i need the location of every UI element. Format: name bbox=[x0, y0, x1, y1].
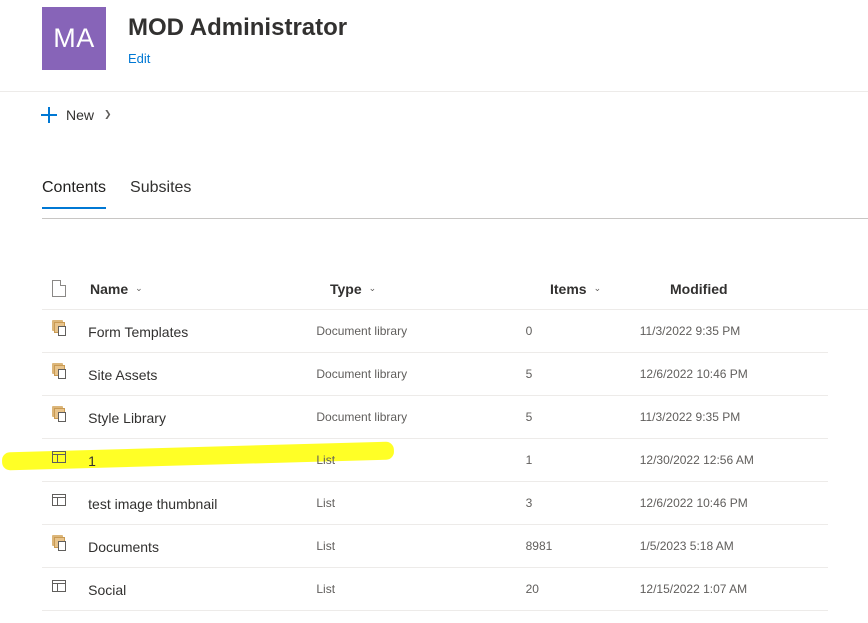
row-type: List bbox=[316, 539, 336, 553]
row-modified: 12/30/2022 12:56 AM bbox=[639, 453, 754, 467]
modified-header-label: Modified bbox=[670, 280, 728, 297]
row-name-link[interactable]: Style Library bbox=[88, 408, 316, 426]
document-library-icon bbox=[52, 406, 68, 422]
list-icon bbox=[52, 580, 66, 592]
modified-column-header[interactable]: Modified bbox=[670, 281, 868, 297]
table-row[interactable]: Style Library Document library 5 11/3/20… bbox=[42, 396, 828, 439]
list-icon bbox=[52, 494, 66, 506]
row-type: Document library bbox=[316, 367, 408, 381]
table-row[interactable]: Social List 20 12/15/2022 1:07 AM bbox=[42, 568, 828, 611]
row-modified: 12/6/2022 10:46 PM bbox=[639, 496, 748, 510]
name-column-header[interactable]: Name ⌄ bbox=[90, 281, 330, 297]
table-row[interactable]: Documents List 8981 1/5/2023 5:18 AM bbox=[42, 525, 828, 568]
site-contents-table: Name ⌄ Type ⌄ Items ⌄ Modified Form Temp… bbox=[42, 268, 868, 611]
new-button[interactable]: New ❯ bbox=[40, 104, 112, 126]
table-row[interactable]: 1 List 1 12/30/2022 12:56 AM bbox=[42, 439, 828, 482]
row-items: 0 bbox=[525, 324, 533, 338]
site-header: MA MOD Administrator Edit bbox=[0, 0, 868, 92]
name-header-label: Name bbox=[90, 280, 129, 297]
site-title: MOD Administrator bbox=[128, 14, 348, 41]
chevron-down-icon: ⌄ bbox=[593, 283, 602, 293]
row-items: 5 bbox=[525, 367, 533, 381]
document-library-icon bbox=[52, 363, 68, 379]
tabs-divider bbox=[42, 218, 868, 219]
row-items: 1 bbox=[525, 453, 533, 467]
file-type-icon bbox=[52, 280, 66, 297]
table-header: Name ⌄ Type ⌄ Items ⌄ Modified bbox=[42, 268, 868, 310]
edit-link[interactable]: Edit bbox=[128, 51, 150, 66]
content-tabs: Contents Subsites bbox=[42, 175, 191, 209]
list-icon bbox=[52, 451, 66, 463]
table-row[interactable]: test image thumbnail List 3 12/6/2022 10… bbox=[42, 482, 828, 525]
row-name-link[interactable]: Site Assets bbox=[88, 365, 316, 383]
chevron-down-icon: ❯ bbox=[104, 108, 112, 119]
row-type: List bbox=[316, 582, 336, 596]
table-row[interactable]: Site Assets Document library 5 12/6/2022… bbox=[42, 353, 828, 396]
file-type-column-header[interactable] bbox=[42, 280, 90, 297]
items-column-header[interactable]: Items ⌄ bbox=[550, 281, 670, 297]
row-items: 5 bbox=[525, 410, 533, 424]
row-modified: 11/3/2022 9:35 PM bbox=[639, 410, 741, 424]
document-library-icon bbox=[52, 535, 68, 551]
row-name-link[interactable]: Documents bbox=[88, 537, 316, 555]
row-name-link[interactable]: Social bbox=[88, 580, 316, 598]
plus-icon bbox=[40, 106, 58, 124]
row-modified: 11/3/2022 9:35 PM bbox=[639, 324, 741, 338]
row-type: List bbox=[316, 453, 336, 467]
chevron-down-icon: ⌄ bbox=[368, 283, 377, 293]
items-header-label: Items bbox=[550, 280, 587, 297]
new-label: New bbox=[66, 107, 95, 123]
row-items: 8981 bbox=[525, 539, 553, 553]
tab-subsites[interactable]: Subsites bbox=[130, 175, 191, 209]
row-type: List bbox=[316, 496, 336, 510]
row-name-link[interactable]: test image thumbnail bbox=[88, 494, 316, 512]
site-avatar[interactable]: MA bbox=[42, 7, 106, 70]
row-items: 20 bbox=[525, 582, 539, 596]
chevron-down-icon: ⌄ bbox=[135, 283, 143, 293]
row-type: Document library bbox=[316, 324, 408, 338]
row-items: 3 bbox=[525, 496, 533, 510]
row-modified: 12/6/2022 10:46 PM bbox=[639, 367, 748, 381]
type-header-label: Type bbox=[330, 280, 362, 297]
document-library-icon bbox=[52, 320, 68, 336]
table-row[interactable]: Form Templates Document library 0 11/3/2… bbox=[42, 310, 828, 353]
row-modified: 12/15/2022 1:07 AM bbox=[639, 582, 748, 596]
type-column-header[interactable]: Type ⌄ bbox=[330, 281, 550, 297]
row-name-link[interactable]: 1 bbox=[88, 451, 316, 469]
row-type: Document library bbox=[316, 410, 408, 424]
tab-contents[interactable]: Contents bbox=[42, 175, 107, 209]
row-name-link[interactable]: Form Templates bbox=[88, 322, 316, 340]
row-modified: 1/5/2023 5:18 AM bbox=[639, 539, 734, 553]
